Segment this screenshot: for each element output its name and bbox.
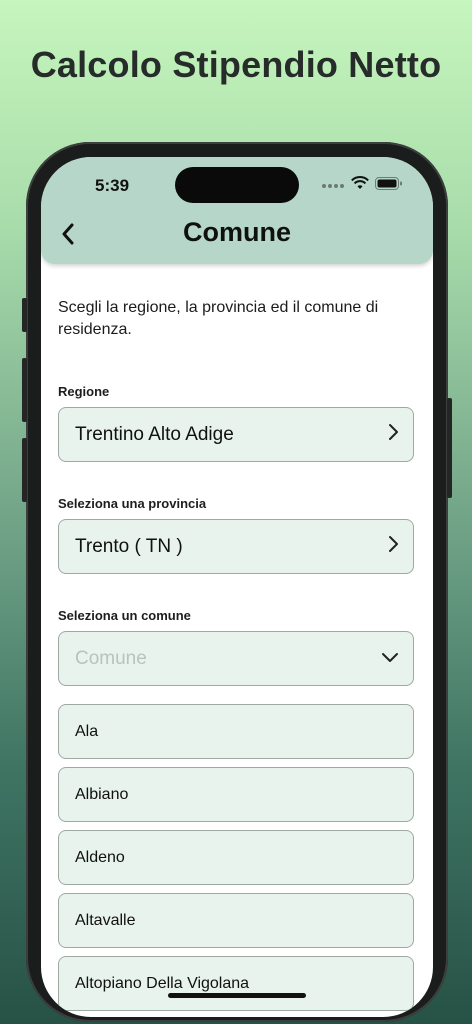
- cellular-signal-icon: [321, 177, 345, 195]
- status-time: 5:39: [95, 176, 130, 195]
- comune-option[interactable]: Ala: [58, 704, 414, 759]
- chevron-left-icon: [61, 223, 75, 250]
- intro-text: Scegli la regione, la provincia ed il co…: [58, 299, 379, 338]
- comune-option[interactable]: Albiano: [58, 767, 414, 822]
- comune-option[interactable]: Aldeno: [58, 830, 414, 885]
- comune-option[interactable]: Altavalle: [58, 893, 414, 948]
- nav-header: 5:39 Comune: [41, 157, 433, 264]
- comune-label: Seleziona un comune: [58, 608, 191, 623]
- promo-title: Calcolo Stipendio Netto: [30, 44, 442, 85]
- provincia-label: Seleziona una provincia: [58, 496, 207, 511]
- comune-dropdown[interactable]: Comune: [58, 631, 414, 686]
- volume-up-button: [22, 358, 27, 422]
- status-icons: [321, 176, 403, 195]
- chevron-right-icon: [387, 535, 399, 558]
- wifi-icon: [351, 176, 369, 195]
- comune-placeholder: Comune: [75, 647, 147, 669]
- battery-icon: [375, 176, 403, 195]
- regione-value: Trentino Alto Adige: [75, 423, 234, 445]
- phone-frame: 5:39 Comune Scegli la regione, la provin…: [22, 142, 452, 1022]
- home-indicator: [168, 993, 306, 998]
- power-button: [447, 398, 452, 498]
- provincia-selector[interactable]: Trento ( TN ): [58, 519, 414, 574]
- chevron-down-icon: [381, 650, 399, 668]
- page-title: Comune: [183, 217, 291, 247]
- app-screen: 5:39 Comune Scegli la regione, la provin…: [41, 157, 433, 1017]
- dynamic-island: [175, 167, 299, 203]
- comune-option[interactable]: Altopiano Della Vigolana: [58, 956, 414, 1011]
- volume-down-button: [22, 438, 27, 502]
- regione-selector[interactable]: Trentino Alto Adige: [58, 407, 414, 462]
- action-button: [22, 298, 27, 332]
- back-button[interactable]: [53, 221, 83, 251]
- intro-block: Scegli la regione, la provincia ed il co…: [58, 297, 416, 341]
- provincia-value: Trento ( TN ): [75, 535, 183, 557]
- chevron-right-icon: [387, 423, 399, 446]
- regione-label: Regione: [58, 384, 110, 399]
